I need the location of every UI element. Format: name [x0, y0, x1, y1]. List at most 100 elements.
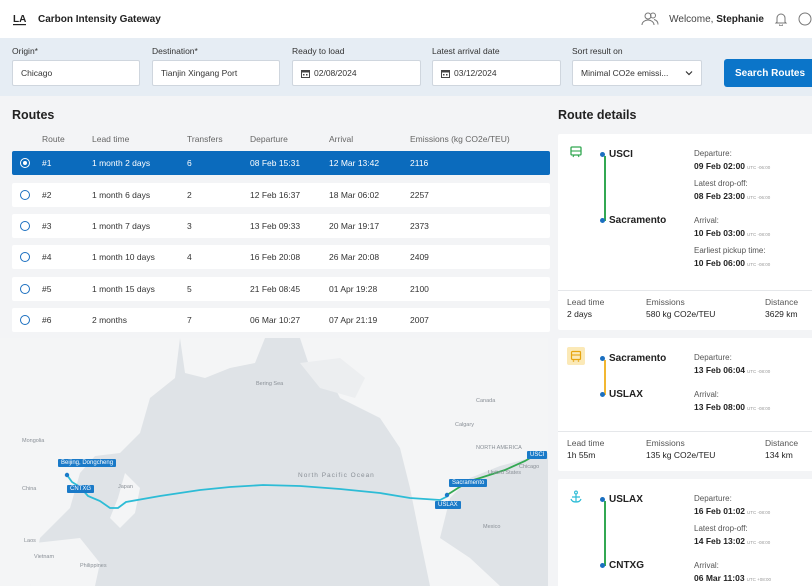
route-details-title: Route details [558, 108, 637, 122]
route-row-6[interactable]: #6 2 months 7 06 Mar 10:27 07 Apr 21:19 … [12, 308, 550, 332]
origin-field-group: Origin* Chicago [12, 46, 140, 86]
timezone: UTC -08:00 [747, 369, 771, 374]
sort-value: Minimal CO2e emissi... [581, 68, 669, 78]
route-lead: 1 month 6 days [92, 190, 151, 200]
leg-1-pickup-label: Earliest pickup time: [694, 246, 766, 255]
route-radio[interactable] [20, 315, 30, 325]
timezone: UTC -08:00 [747, 262, 771, 267]
map-label-canada: Canada [476, 398, 496, 404]
users-icon[interactable] [641, 12, 659, 26]
distance-value: 3629 km [765, 309, 798, 319]
map-label-north-pacific: North Pacific Ocean [298, 472, 375, 479]
map-label-united-states: United States [488, 470, 522, 476]
route-lead: 2 months [92, 315, 127, 325]
routes-title: Routes [12, 108, 55, 122]
leg-line [604, 156, 606, 221]
leg-3-from: USLAX [600, 494, 643, 505]
route-radio[interactable] [20, 284, 30, 294]
route-row-3[interactable]: #3 1 month 7 days 3 13 Feb 09:33 20 Mar … [12, 214, 550, 238]
map-label-mongolia: Mongolia [22, 438, 45, 444]
destination-value: Tianjin Xingang Port [161, 68, 238, 78]
train-icon [567, 143, 585, 161]
map-label-north-america: NORTH AMERICA [476, 445, 522, 451]
route-emissions: 2257 [410, 190, 429, 200]
leg-1-departure-value: 09 Feb 02:00 [694, 161, 746, 171]
map-label-laos: Laos [24, 538, 36, 544]
route-id: #5 [42, 284, 52, 294]
origin-input[interactable]: Chicago [12, 60, 140, 86]
route-radio[interactable] [20, 190, 30, 200]
welcome-text: Welcome, Stephanie [669, 14, 764, 25]
origin-value: Chicago [21, 68, 53, 78]
search-bar: Origin* Chicago Destination* Tianjin Xin… [0, 38, 812, 96]
map-label-calgary: Calgary [455, 422, 474, 428]
timezone: UTC +08:00 [746, 577, 771, 582]
map-pin-usci[interactable]: USCI [527, 451, 548, 459]
route-radio[interactable] [20, 221, 30, 231]
routes-table-header: Route Lead time Transfers Departure Arri… [12, 134, 550, 148]
top-bar: LA Carbon Intensity Gateway Welcome, Ste… [0, 0, 812, 38]
app-title: Carbon Intensity Gateway [38, 13, 161, 25]
leg-3-departure: 16 Feb 01:02 UTC -08:00 [694, 506, 770, 516]
leg-1-dropoff: 08 Feb 23:00 UTC -06:00 [694, 191, 770, 201]
route-lead: 1 month 7 days [92, 221, 151, 231]
leg-line [604, 360, 606, 395]
leg-2-summary: Lead time 1h 55m Emissions 135 kg CO2e/T… [558, 431, 812, 471]
leg-3-dropoff-label: Latest drop-off: [694, 524, 748, 533]
route-transfers: 6 [187, 158, 192, 168]
route-row-1[interactable]: #1 1 month 2 days 6 08 Feb 15:31 12 Mar … [12, 151, 550, 175]
chevron-down-icon [685, 71, 693, 76]
route-map[interactable]: Bering Sea Canada Mongolia China Japan N… [0, 338, 548, 586]
search-routes-button[interactable]: Search Routes [724, 59, 812, 87]
col-route: Route [42, 134, 65, 144]
leg-3-dropoff-value: 14 Feb 13:02 [694, 536, 746, 546]
map-pin-cntxg[interactable]: CNTXG [67, 485, 94, 493]
route-transfers: 2 [187, 190, 192, 200]
route-row-4[interactable]: #4 1 month 10 days 4 16 Feb 20:08 26 Mar… [12, 245, 550, 269]
lead-time-label: Lead time [567, 297, 605, 307]
leg-1-to: Sacramento [599, 215, 667, 226]
distance-value: 134 km [765, 450, 793, 460]
route-emissions: 2100 [410, 284, 429, 294]
ready-date-input[interactable]: 02/08/2024 [292, 60, 421, 86]
ready-field-group: Ready to load 02/08/2024 [292, 46, 421, 86]
arrival-date-input[interactable]: 03/12/2024 [432, 60, 561, 86]
help-icon[interactable] [798, 12, 812, 26]
route-radio[interactable] [20, 158, 30, 168]
route-arrival: 18 Mar 06:02 [329, 190, 380, 200]
logo-text: LA [13, 14, 26, 25]
route-row-5[interactable]: #5 1 month 15 days 5 21 Feb 08:45 01 Apr… [12, 277, 550, 301]
bell-icon[interactable] [774, 12, 788, 26]
origin-label: Origin* [12, 46, 38, 56]
leg-2-departure-value: 13 Feb 06:04 [694, 365, 746, 375]
route-row-2[interactable]: #2 1 month 6 days 2 12 Feb 16:37 18 Mar … [12, 183, 550, 207]
map-pin-beijing[interactable]: Beijing, Dongcheng [58, 459, 117, 467]
welcome-prefix: Welcome, [669, 13, 717, 25]
arrival-field-group: Latest arrival date 03/12/2024 [432, 46, 561, 86]
route-id: #1 [42, 158, 52, 168]
emissions-value: 135 kg CO2e/TEU [646, 450, 716, 460]
timezone: UTC -06:00 [747, 195, 771, 200]
timezone: UTC -08:00 [747, 232, 771, 237]
leg-1-from: USCI [600, 149, 633, 160]
route-id: #6 [42, 315, 52, 325]
sort-field-group: Sort result on Minimal CO2e emissi... [572, 46, 702, 86]
map-pin-sacramento[interactable]: Sacramento [449, 479, 488, 487]
destination-input[interactable]: Tianjin Xingang Port [152, 60, 280, 86]
map-pin-uslax[interactable]: USLAX [435, 501, 461, 509]
destination-label: Destination* [152, 46, 198, 56]
leg-2-from: Sacramento [599, 353, 667, 364]
route-transfers: 5 [187, 284, 192, 294]
leg-card-2: Sacramento USLAX Departure: 13 Feb 06:04… [558, 338, 812, 471]
route-radio[interactable] [20, 252, 30, 262]
leg-line [604, 501, 606, 566]
leg-2-departure: 13 Feb 06:04 UTC -08:00 [694, 365, 770, 375]
route-arrival: 26 Mar 20:08 [329, 252, 380, 262]
route-emissions: 2116 [410, 158, 429, 168]
leg-2-arrival-value: 13 Feb 08:00 [694, 402, 746, 412]
ready-value: 02/08/2024 [314, 68, 357, 78]
col-departure: Departure [250, 134, 288, 144]
route-departure: 13 Feb 09:33 [250, 221, 301, 231]
sort-select[interactable]: Minimal CO2e emissi... [572, 60, 702, 86]
route-departure: 21 Feb 08:45 [250, 284, 301, 294]
